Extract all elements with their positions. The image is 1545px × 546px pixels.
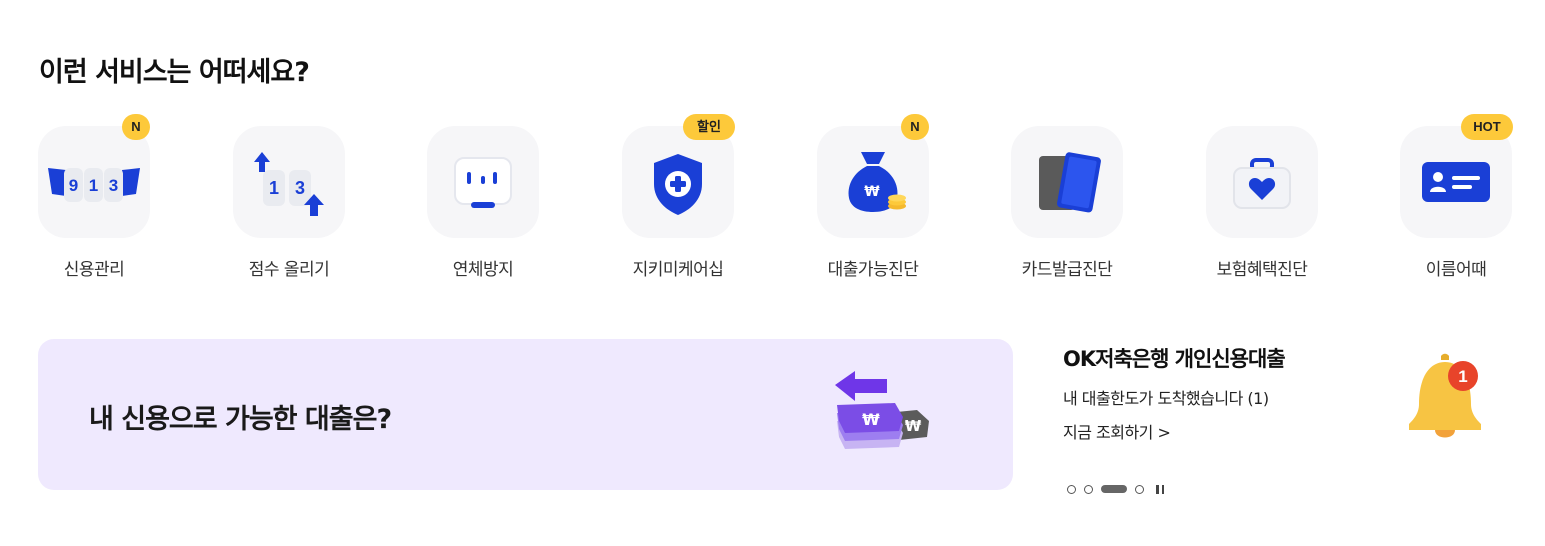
service-card-issue-diagnosis[interactable]: 카드발급진단: [1011, 126, 1123, 280]
hot-badge: HOT: [1461, 114, 1513, 140]
service-tile: HOT: [1400, 114, 1513, 238]
discount-badge: 할인: [683, 114, 735, 140]
service-tile: 9 1 3 N: [38, 114, 150, 238]
score-up-icon: 1 3: [254, 152, 324, 216]
service-tile: 1 3: [233, 126, 345, 238]
slot-digit: 9: [69, 176, 78, 195]
loan-banner[interactable]: 내 신용으로 가능한 대출은? ₩ ₩: [38, 339, 1013, 490]
service-label: 카드발급진단: [1021, 260, 1113, 280]
slot-digit: 1: [89, 176, 98, 195]
won-transfer-icon: ₩ ₩: [835, 371, 929, 449]
service-tile: 할인: [622, 114, 735, 238]
score-digit: 3: [295, 178, 305, 198]
service-tile: [1206, 126, 1318, 238]
service-tile: ₩ N: [817, 114, 929, 238]
svg-text:₩: ₩: [905, 417, 922, 435]
service-tile: [1011, 126, 1123, 238]
new-badge: N: [901, 114, 929, 140]
slot-digit: 3: [109, 176, 118, 195]
pause-icon[interactable]: [1156, 484, 1164, 494]
service-label: 대출가능진단: [827, 260, 919, 280]
service-label: 신용관리: [63, 260, 125, 280]
banner-text: 내 신용으로 가능한 대출은?: [89, 404, 392, 435]
svg-text:₩: ₩: [864, 184, 880, 200]
bell-count: 1: [1458, 367, 1467, 386]
service-tile: [427, 126, 539, 238]
service-label: 점수 올리기: [248, 260, 330, 280]
service-insurance-diagnosis[interactable]: 보험혜택진단: [1206, 126, 1318, 280]
svg-text:₩: ₩: [862, 410, 880, 429]
insurance-bag-icon: [1233, 158, 1291, 209]
section-title: 이런 서비스는 어떠세요?: [39, 57, 310, 88]
service-score-up[interactable]: 1 3 점수 올리기: [233, 126, 345, 280]
carousel-dot-3[interactable]: [1101, 485, 1127, 493]
service-label: 연체방지: [452, 260, 514, 280]
new-badge: N: [122, 114, 150, 140]
service-jikimi-careship[interactable]: 할인 지키미케어십: [622, 114, 735, 280]
service-label: 보험혜택진단: [1216, 260, 1308, 280]
service-name-check[interactable]: HOT 이름어때: [1400, 114, 1513, 280]
service-loan-diagnosis[interactable]: ₩ N 대출가능진단: [817, 114, 929, 280]
service-label: 이름어때: [1425, 260, 1487, 280]
service-label: 지키미케어십: [632, 260, 724, 280]
calendar-face-icon: [454, 157, 512, 208]
service-list: 9 1 3 N 신용관리 1 3 점수 올리기 연체방지 할인 지키미케어십 ₩…: [38, 114, 1514, 286]
id-card-icon: [1422, 162, 1490, 202]
service-credit-management[interactable]: 9 1 3 N 신용관리: [38, 114, 150, 280]
carousel-pager: [1067, 483, 1164, 495]
bell-icon: 1: [1409, 353, 1481, 438]
carousel-dot-4[interactable]: [1135, 484, 1144, 494]
slot-913-icon: 9 1 3: [48, 168, 140, 202]
money-bag-icon: ₩: [848, 152, 906, 212]
service-overdue-prevention[interactable]: 연체방지: [427, 126, 539, 280]
cards-icon: [1039, 152, 1101, 213]
carousel-dot-2[interactable]: [1084, 484, 1093, 494]
carousel-dot-1[interactable]: [1067, 484, 1076, 494]
score-digit: 1: [269, 178, 279, 198]
shield-plus-icon: [654, 154, 702, 215]
